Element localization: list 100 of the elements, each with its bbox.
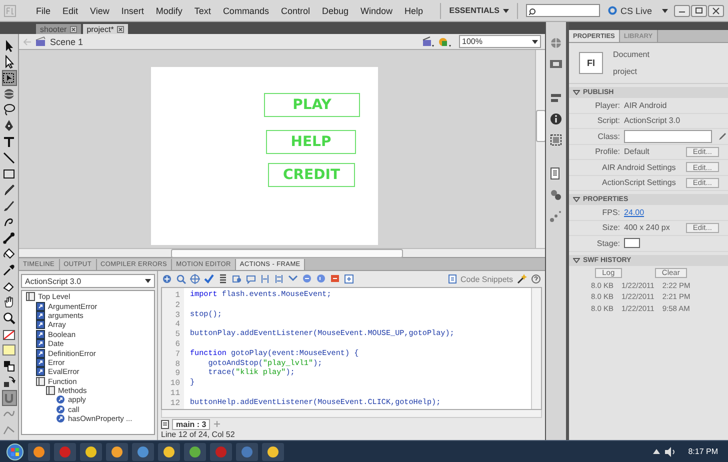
tool-button[interactable] — [2, 150, 16, 166]
ring-icon — [608, 6, 618, 15]
horizontal-scrollbar[interactable] — [19, 248, 545, 258]
menu-item[interactable]: Window — [354, 6, 399, 16]
tool-button[interactable] — [2, 358, 16, 374]
pencil-icon — [2, 183, 16, 197]
menu-item[interactable]: Debug — [316, 6, 354, 16]
app-icon[interactable] — [85, 446, 97, 458]
property-value: AIR Android — [624, 100, 668, 110]
search-field[interactable] — [526, 4, 600, 17]
transform-icon[interactable] — [549, 133, 563, 147]
open-book-icon[interactable] — [36, 376, 45, 386]
vertical-scrollbar[interactable] — [531, 288, 541, 409]
pencil-icon[interactable] — [718, 132, 727, 141]
menu-item[interactable]: Control — [274, 6, 316, 16]
line-number: 3 — [174, 310, 181, 320]
property-value: Default — [624, 147, 650, 156]
method-icon — [56, 404, 65, 414]
script-tab[interactable]: main : 3 — [172, 418, 210, 430]
line-icon — [2, 151, 16, 165]
app-icon[interactable] — [111, 446, 123, 458]
stroke-color-icon — [2, 327, 16, 341]
check-icon[interactable] — [204, 274, 214, 284]
expand-icon[interactable] — [288, 274, 298, 284]
property-link[interactable]: 24.00 — [624, 208, 644, 217]
vertical-scrollbar[interactable] — [535, 50, 545, 248]
open-book-icon[interactable] — [26, 292, 35, 302]
menu-item[interactable]: View — [84, 6, 116, 16]
search-icon — [529, 6, 538, 14]
wand-icon[interactable] — [517, 274, 527, 284]
clock[interactable]: 8:17 PM — [688, 447, 718, 456]
tool-button[interactable] — [2, 230, 16, 246]
property-label: Script: — [596, 116, 621, 126]
comment-icon[interactable] — [246, 274, 256, 284]
menu-item[interactable]: Help — [398, 6, 430, 16]
line-number: 5 — [174, 330, 181, 340]
app-icon[interactable] — [137, 446, 149, 458]
app-icon[interactable] — [267, 446, 279, 458]
tool-button[interactable] — [2, 134, 16, 150]
format-icon[interactable] — [218, 274, 228, 284]
menu-item[interactable]: Modify — [150, 6, 188, 16]
tool-button[interactable] — [2, 262, 16, 278]
method-icon — [56, 414, 65, 424]
document-type: Document — [613, 50, 650, 59]
document-tab[interactable]: shooter — [36, 24, 81, 34]
close-icon[interactable] — [116, 26, 124, 32]
tool-button[interactable] — [2, 102, 16, 118]
document-type-icon: Fl — [579, 52, 603, 74]
fill-color-icon — [2, 343, 16, 357]
app-icon[interactable] — [189, 446, 201, 458]
film-icon[interactable] — [549, 57, 563, 71]
cs-live-button[interactable]: CS Live — [608, 6, 652, 16]
line-number: 12 — [169, 398, 181, 409]
class-icon — [36, 310, 45, 320]
workspace-switcher[interactable]: ESSENTIALS — [440, 2, 518, 18]
class-icon — [36, 302, 45, 311]
target-icon[interactable] — [190, 274, 200, 284]
hand-icon — [2, 295, 16, 309]
class-icon — [36, 367, 45, 376]
scene-name[interactable]: Scene 1 — [50, 36, 84, 46]
class-field[interactable] — [624, 130, 712, 143]
minimize-icon[interactable] — [674, 4, 690, 16]
info-icon[interactable] — [549, 112, 563, 126]
property-label: Player: — [594, 100, 621, 110]
line-number: 8 — [174, 360, 181, 370]
speaker-icon[interactable] — [664, 446, 676, 456]
document-tab[interactable]: project* — [82, 24, 128, 34]
start-orb-icon[interactable] — [6, 442, 24, 460]
menu-item[interactable]: Edit — [56, 6, 84, 16]
menu-item[interactable]: Text — [188, 6, 217, 16]
align-icon[interactable] — [549, 91, 563, 105]
maximize-icon[interactable] — [691, 4, 707, 16]
pen-icon — [2, 119, 16, 133]
tool-button[interactable] — [2, 310, 16, 326]
property-value: 400 x 240 px — [624, 223, 671, 232]
up-arrow-icon[interactable] — [653, 449, 660, 454]
app-icon[interactable] — [33, 446, 45, 458]
menu-item[interactable]: Insert — [115, 6, 150, 16]
search-icon[interactable] — [176, 274, 186, 284]
caret-icon[interactable] — [662, 8, 668, 12]
horizontal-scrollbar[interactable] — [161, 410, 542, 418]
tool-button[interactable] — [2, 70, 16, 86]
menu-item[interactable]: File — [30, 6, 57, 16]
close-icon[interactable] — [708, 4, 724, 16]
code-snippets-button[interactable]: Code Snippets — [448, 274, 513, 284]
tool-button[interactable] — [2, 182, 16, 198]
tool-button[interactable] — [2, 374, 16, 390]
zoom-dropdown[interactable]: 100% — [459, 35, 541, 48]
language-dropdown[interactable]: ActionScript 3.0 — [21, 274, 155, 288]
app-icon[interactable] — [163, 446, 175, 458]
line-number: 7 — [174, 350, 181, 360]
help-icon[interactable] — [531, 274, 541, 284]
stage-color-swatch[interactable] — [624, 238, 640, 248]
plus-icon[interactable] — [162, 274, 172, 284]
open-book-icon[interactable] — [46, 386, 55, 396]
close-icon[interactable] — [70, 26, 77, 32]
menu-item[interactable]: Commands — [216, 6, 275, 16]
tool-button[interactable] — [2, 198, 16, 214]
line-number: 10 — [169, 379, 181, 389]
globe-icon[interactable] — [549, 36, 563, 50]
